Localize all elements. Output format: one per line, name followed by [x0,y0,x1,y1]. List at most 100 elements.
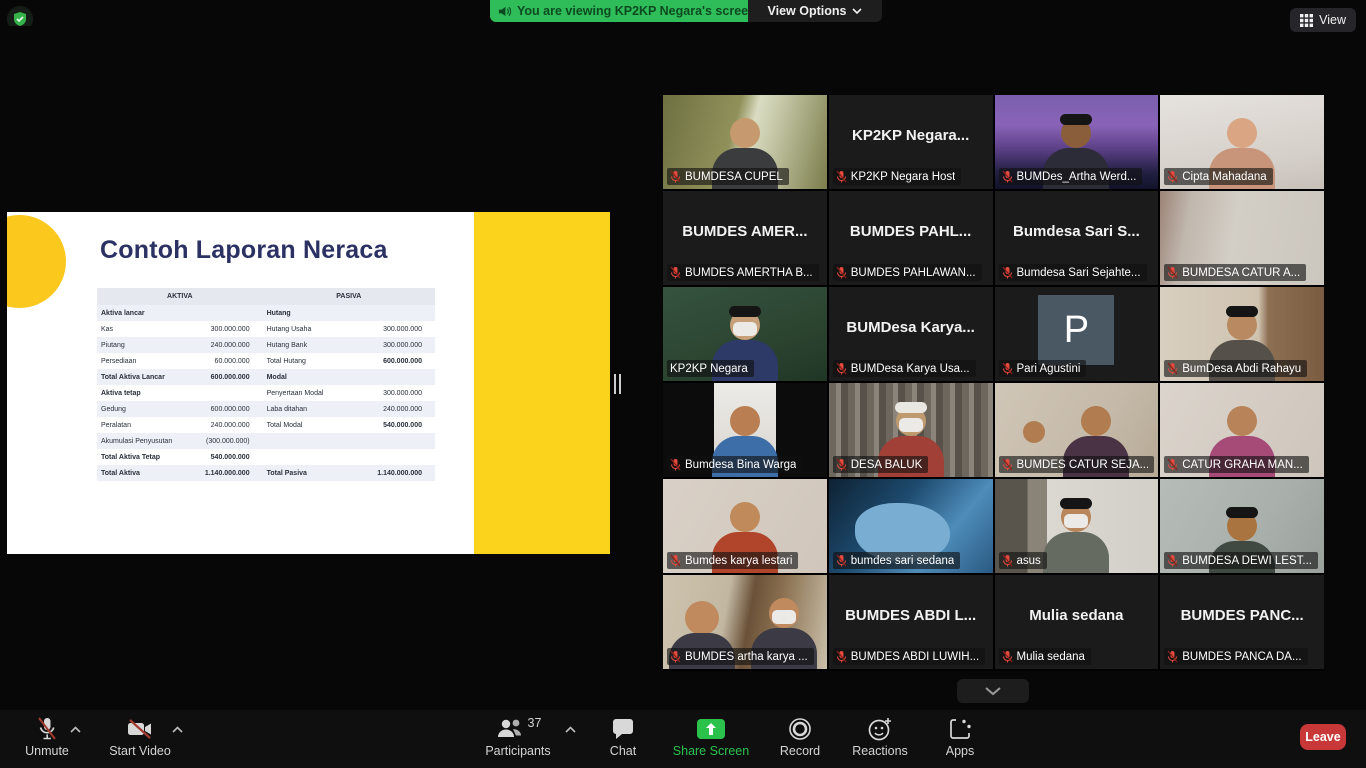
participant-name-label: BUMDes_Artha Werd... [1017,171,1137,183]
view-options-label: View Options [768,4,847,18]
participant-tile[interactable]: BUMDESA CATUR A... [1160,191,1324,285]
participant-display-name: KP2KP Negara... [835,95,987,175]
participant-name-label: bumdes sari sedana [851,555,955,567]
muted-mic-icon [670,170,681,183]
view-button[interactable]: View [1290,8,1356,32]
participant-name-label: BUMDES AMERTHA B... [685,267,813,279]
table-header-aktiva: AKTIVA [97,288,263,305]
table-row: Total Aktiva1.140.000.000Total Pasiva1.1… [97,465,435,481]
participant-tile[interactable]: asus [995,479,1159,573]
participants-button[interactable]: 37 Participants [470,715,566,765]
participant-display-name: Bumdesa Sari S... [1001,191,1153,271]
reactions-label: Reactions [852,744,908,758]
participant-tile[interactable]: BUMDESA CUPEL [663,95,827,189]
table-row: Aktiva lancarHutang [97,305,435,321]
apps-icon [948,717,972,741]
participant-tile[interactable]: Bumdesa Sari S... Bumdesa Sari Sejahte..… [995,191,1159,285]
table-row: Aktiva tetapPenyertaan Modal300.000.000 [97,385,435,401]
participant-tile[interactable]: BUMDESA DEWI LEST... [1160,479,1324,573]
muted-mic-icon [1002,554,1013,567]
participant-name-label: CATUR GRAHA MAN... [1182,459,1303,471]
slide-decor-circle [7,215,66,308]
participant-display-name: BUMDES PANC... [1166,575,1318,655]
view-options-button[interactable]: View Options [748,0,882,22]
participant-tile[interactable]: CATUR GRAHA MAN... [1160,383,1324,477]
participant-name-label: BUMDES PAHLAWAN... [851,267,976,279]
muted-mic-icon [1167,362,1178,375]
participant-name-label: BUMDES CATUR SEJA... [1017,459,1149,471]
participant-tile[interactable]: BUMDES PAHL... BUMDES PAHLAWAN... [829,191,993,285]
pane-divider-handle[interactable] [612,374,622,394]
start-video-button[interactable]: Start Video [100,715,180,765]
video-options-caret[interactable] [172,720,183,738]
unmute-options-caret[interactable] [70,720,81,738]
muted-mic-icon [1002,362,1013,375]
participant-tile-active-speaker[interactable]: KP2KP Negara [663,287,827,381]
participant-name-label: BUMDES ABDI LUWIH... [851,651,979,663]
collapse-gallery-button[interactable] [957,679,1029,703]
muted-mic-icon [670,458,681,471]
leave-button[interactable]: Leave [1300,724,1346,750]
chat-button[interactable]: Chat [592,715,654,765]
participant-tile[interactable]: KP2KP Negara... KP2KP Negara Host [829,95,993,189]
participant-tile[interactable]: Bumdesa Bina Warga [663,383,827,477]
share-screen-button[interactable]: Share Screen [663,715,759,765]
participant-name-label: Bumdes karya lestari [685,555,792,567]
participant-tile[interactable]: BUMDES CATUR SEJA... [995,383,1159,477]
participant-name-label: BUMDESA CATUR A... [1182,267,1300,279]
record-label: Record [780,744,820,758]
muted-mic-icon [1002,650,1013,663]
participant-name-label: asus [1017,555,1041,567]
table-row: Persediaan60.000.000Total Hutang600.000.… [97,353,435,369]
chevron-down-icon [852,8,862,15]
table-row: Peralatan240.000.000Total Modal540.000.0… [97,417,435,433]
video-grid: BUMDESA CUPEL KP2KP Negara... KP2KP Nega… [663,95,1324,671]
participant-tile[interactable]: DESA BALUK [829,383,993,477]
participant-name-label: Cipta Mahadana [1182,171,1266,183]
participant-name-label: Bumdesa Bina Warga [685,459,796,471]
slide: Contoh Laporan Neraca AKTIVAPASIVA Aktiv… [7,212,610,554]
participant-tile[interactable]: Bumdes karya lestari [663,479,827,573]
participants-options-caret[interactable] [565,720,576,738]
reactions-button[interactable]: Reactions [840,715,920,765]
muted-mic-icon [1002,170,1013,183]
chat-label: Chat [610,744,636,758]
participant-tile[interactable]: BumDesa Abdi Rahayu [1160,287,1324,381]
participant-tile[interactable]: Mulia sedana Mulia sedana [995,575,1159,669]
muted-mic-icon [1002,458,1013,471]
participant-tile[interactable]: BUMDesa Karya... BUMDesa Karya Usa... [829,287,993,381]
participant-tile[interactable]: Cipta Mahadana [1160,95,1324,189]
participant-display-name: Mulia sedana [1001,575,1153,655]
participant-name-label: KP2KP Negara [670,363,748,375]
table-row: Gedung600.000.000Laba ditahan240.000.000 [97,401,435,417]
table-row: Piutang240.000.000Hutang Bank300.000.000 [97,337,435,353]
participant-tile[interactable]: BUMDes_Artha Werd... [995,95,1159,189]
participant-name-label: KP2KP Negara Host [851,171,956,183]
camera-muted-icon [126,717,154,741]
muted-mic-icon [1167,650,1178,663]
muted-mic-icon [670,266,681,279]
record-button[interactable]: Record [764,715,836,765]
participant-tile[interactable]: P Pari Agustini [995,287,1159,381]
participant-tile[interactable]: BUMDES PANC... BUMDES PANCA DA... [1160,575,1324,669]
participant-tile[interactable]: BUMDES artha karya ... [663,575,827,669]
participant-tile[interactable]: BUMDES AMER... BUMDES AMERTHA B... [663,191,827,285]
muted-mic-icon [1167,458,1178,471]
meeting-toolbar: Unmute Start Video 37 Participants Chat … [0,710,1366,768]
table-row: Kas300.000.000Hutang Usaha300.000.000 [97,321,435,337]
participants-label: Participants [485,744,550,758]
avatar: P [1038,295,1114,365]
table-row: Total Aktiva Tetap540.000.000 [97,449,435,465]
participant-display-name: BUMDES ABDI L... [835,575,987,655]
participant-name-label: BUMDESA CUPEL [685,171,783,183]
participant-name-label: Mulia sedana [1017,651,1085,663]
participant-name-label: BumDesa Abdi Rahayu [1182,363,1301,375]
participant-name-label: BUMDES PANCA DA... [1182,651,1301,663]
apps-button[interactable]: Apps [928,715,992,765]
participant-display-name: BUMDesa Karya... [835,287,987,367]
share-screen-icon [697,719,725,739]
participant-tile[interactable]: bumdes sari sedana [829,479,993,573]
balance-sheet-table: AKTIVAPASIVA Aktiva lancarHutang Kas300.… [97,288,435,481]
participant-tile[interactable]: BUMDES ABDI L... BUMDES ABDI LUWIH... [829,575,993,669]
table-row: Total Aktiva Lancar600.000.000Modal [97,369,435,385]
